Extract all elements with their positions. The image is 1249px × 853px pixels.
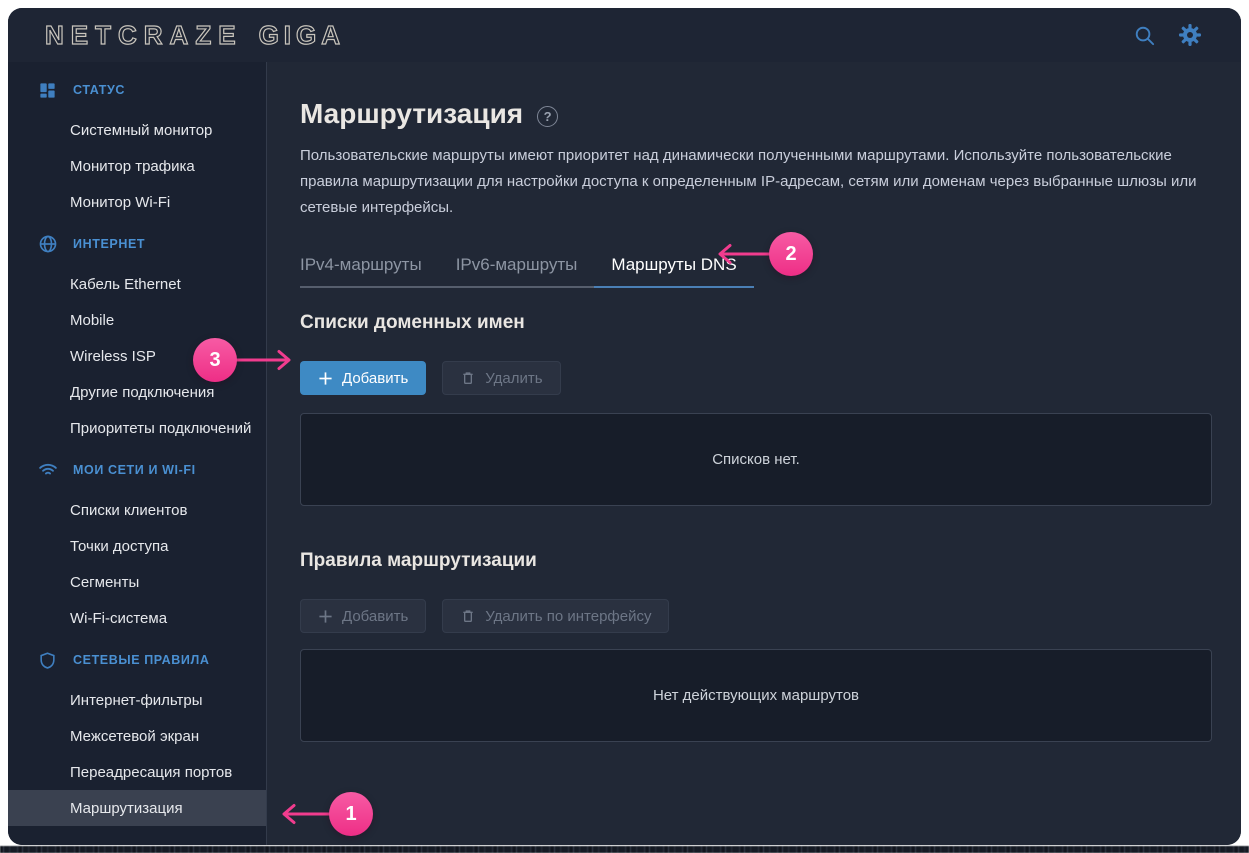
sidebar: СТАТУС Системный монитор Монитор трафика… — [8, 62, 267, 845]
clipped-content-artifact — [0, 846, 1249, 853]
domain-lists-heading: Списки доменных имен — [300, 312, 1212, 334]
tab-bar: IPv4-маршруты IPv6-маршруты Маршруты DNS — [300, 243, 754, 288]
delete-by-interface-label: Удалить по интерфейсу — [485, 608, 651, 625]
sidebar-item-segments[interactable]: Сегменты — [8, 564, 266, 600]
trash-icon — [460, 608, 476, 624]
page-title: Маршрутизация — [300, 98, 523, 130]
delete-by-interface-button[interactable]: Удалить по интерфейсу — [442, 599, 669, 633]
sidebar-item-mobile[interactable]: Mobile — [8, 302, 266, 338]
sidebar-item-access-points[interactable]: Точки доступа — [8, 528, 266, 564]
main-content: Маршрутизация ? Пользовательские маршрут… — [267, 62, 1241, 845]
sidebar-item-wifi-system[interactable]: Wi-Fi-система — [8, 600, 266, 636]
delete-domain-list-label: Удалить — [485, 370, 542, 387]
sidebar-item-client-lists[interactable]: Списки клиентов — [8, 492, 266, 528]
sidebar-section-network-rules: СЕТЕВЫЕ ПРАВИЛА — [8, 638, 266, 682]
tab-ipv4-routes[interactable]: IPv4-маршруты — [300, 243, 439, 288]
plus-icon — [318, 371, 333, 386]
sidebar-item-port-forwarding[interactable]: Переадресация портов — [8, 754, 266, 790]
sidebar-section-label: СЕТЕВЫЕ ПРАВИЛА — [73, 653, 209, 667]
sidebar-section-label: ИНТЕРНЕТ — [73, 237, 145, 251]
top-bar: NETCRAZE GIGA — [8, 8, 1241, 62]
logo: NETCRAZE GIGA — [45, 20, 345, 51]
sidebar-item-firewall[interactable]: Межсетевой экран — [8, 718, 266, 754]
callout-number: 3 — [209, 349, 220, 372]
app-window: NETCRAZE GIGA — [8, 8, 1241, 845]
logo-text-netcraze: NETCRAZE — [45, 20, 243, 51]
wifi-icon — [38, 460, 58, 480]
callout-arrow-1 — [276, 801, 336, 827]
sidebar-item-wifi-monitor[interactable]: Монитор Wi-Fi — [8, 184, 266, 220]
callout-circle-3: 3 — [193, 338, 237, 382]
callout-circle-2: 2 — [769, 232, 813, 276]
sidebar-item-ethernet[interactable]: Кабель Ethernet — [8, 266, 266, 302]
shield-icon — [38, 650, 58, 670]
domain-lists-empty-box: Списков нет. — [300, 413, 1212, 506]
add-domain-list-button[interactable]: Добавить — [300, 361, 426, 395]
delete-domain-list-button[interactable]: Удалить — [442, 361, 560, 395]
topbar-icons — [1131, 22, 1203, 48]
callout-circle-1: 1 — [329, 792, 373, 836]
sidebar-item-traffic-monitor[interactable]: Монитор трафика — [8, 148, 266, 184]
search-icon[interactable] — [1131, 22, 1157, 48]
sidebar-item-system-monitor[interactable]: Системный монитор — [8, 112, 266, 148]
routing-rules-empty-text: Нет действующих маршрутов — [653, 687, 859, 704]
grid-icon — [38, 80, 58, 100]
logo-text-giga: GIGA — [259, 20, 345, 51]
domain-lists-empty-text: Списков нет. — [712, 451, 800, 468]
sidebar-item-routing[interactable]: Маршрутизация — [8, 790, 266, 826]
routing-rules-heading: Правила маршрутизации — [300, 550, 1212, 572]
sidebar-section-my-networks: МОИ СЕТИ И WI-FI — [8, 448, 266, 492]
routing-rules-empty-box: Нет действующих маршрутов — [300, 649, 1212, 742]
sidebar-item-internet-filters[interactable]: Интернет-фильтры — [8, 682, 266, 718]
callout-number: 2 — [785, 243, 796, 266]
sidebar-section-internet: ИНТЕРНЕТ — [8, 222, 266, 266]
help-icon[interactable]: ? — [537, 106, 558, 127]
sidebar-item-other-connections[interactable]: Другие подключения — [8, 374, 266, 410]
gear-icon[interactable] — [1177, 22, 1203, 48]
globe-icon — [38, 234, 58, 254]
add-domain-list-label: Добавить — [342, 370, 408, 387]
callout-arrow-2 — [712, 241, 772, 267]
callout-arrow-3 — [234, 347, 298, 373]
tab-ipv6-routes[interactable]: IPv6-маршруты — [439, 243, 595, 288]
add-route-button[interactable]: Добавить — [300, 599, 426, 633]
page-description: Пользовательские маршруты имеют приорите… — [300, 143, 1212, 221]
sidebar-section-label: СТАТУС — [73, 83, 125, 97]
add-route-label: Добавить — [342, 608, 408, 625]
sidebar-section-status: СТАТУС — [8, 68, 266, 112]
plus-icon — [318, 609, 333, 624]
trash-icon — [460, 370, 476, 386]
callout-number: 1 — [345, 803, 356, 826]
sidebar-item-connection-priorities[interactable]: Приоритеты подключений — [8, 410, 266, 446]
sidebar-section-label: МОИ СЕТИ И WI-FI — [73, 463, 196, 477]
